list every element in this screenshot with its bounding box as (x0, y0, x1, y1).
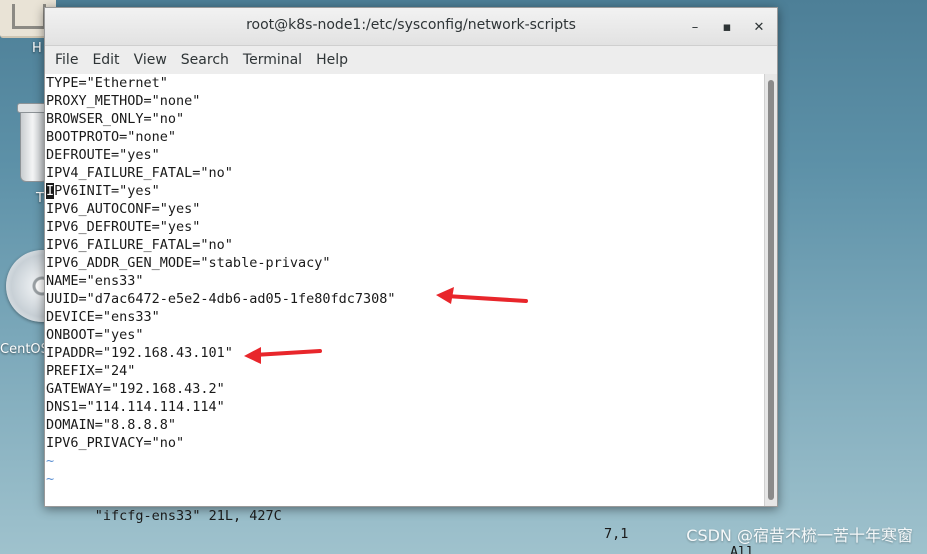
file-line: PREFIX="24" (46, 363, 136, 379)
scrollbar-thumb[interactable] (768, 80, 774, 500)
terminal-window[interactable]: root@k8s-node1:/etc/sysconfig/network-sc… (44, 7, 778, 554)
window-controls: – ▪ ✕ (683, 16, 771, 38)
terminal-text-area[interactable]: TYPE="Ethernet" PROXY_METHOD="none" BROW… (45, 74, 767, 554)
empty-line-tilde: ~ (46, 453, 55, 469)
menu-search[interactable]: Search (174, 52, 236, 68)
trash-label: T (36, 191, 44, 206)
file-line: IPV6_AUTOCONF="yes" (46, 201, 201, 217)
file-line: IPV6_PRIVACY="no" (46, 435, 185, 451)
cd-label: CentOS (0, 342, 49, 357)
file-line: BROWSER_ONLY="no" (46, 111, 185, 127)
file-line: NAME="ens33" (46, 273, 144, 289)
menu-file[interactable]: File (48, 52, 85, 68)
file-line-rest: PV6INIT="yes" (54, 183, 160, 199)
file-line: DEVICE="ens33" (46, 309, 160, 325)
menu-edit[interactable]: Edit (85, 52, 126, 68)
menu-bar: File Edit View Search Terminal Help (45, 46, 777, 75)
file-line: GATEWAY="192.168.43.2" (46, 381, 225, 397)
file-line: DOMAIN="8.8.8.8" (46, 417, 177, 433)
file-line: DNS1="114.114.114.114" (46, 399, 225, 415)
house-icon (12, 4, 46, 29)
ipaddr-line: IPADDR="192.168.43.101" (46, 345, 233, 361)
menu-help[interactable]: Help (309, 52, 355, 68)
maximize-icon[interactable]: ▪ (715, 16, 739, 38)
file-line: ONBOOT="yes" (46, 327, 144, 343)
file-content: TYPE="Ethernet" PROXY_METHOD="none" BROW… (46, 74, 396, 488)
home-folder-label: H (32, 41, 42, 56)
file-line: PROXY_METHOD="none" (46, 93, 201, 109)
minimize-icon[interactable]: – (683, 16, 707, 38)
terminal-scrollbar[interactable] (764, 74, 777, 506)
menu-terminal[interactable]: Terminal (236, 52, 309, 68)
file-line: TYPE="Ethernet" (46, 75, 168, 91)
file-line: DEFROUTE="yes" (46, 147, 160, 163)
window-title: root@k8s-node1:/etc/sysconfig/network-sc… (246, 17, 576, 33)
csdn-watermark: CSDN @宿昔不梳一苦十年寒窗 (686, 526, 913, 545)
menu-view[interactable]: View (127, 52, 174, 68)
status-file-info: "ifcfg-ens33" 21L, 427C (94, 508, 282, 524)
uuid-line: UUID="d7ac6472-e5e2-4db6-ad05-1fe80fdc73… (46, 291, 396, 307)
file-line: IPV4_FAILURE_FATAL="no" (46, 165, 233, 181)
file-line: IPV6_ADDR_GEN_MODE="stable-privacy" (46, 255, 331, 271)
vim-status-line: "ifcfg-ens33" 21L, 427C 7,1 All (46, 489, 762, 554)
file-line: IPV6_FAILURE_FATAL="no" (46, 237, 233, 253)
text-cursor: I (46, 183, 55, 199)
status-cursor-position: 7,1 (604, 526, 629, 542)
empty-line-tilde: ~ (46, 471, 55, 487)
close-icon[interactable]: ✕ (747, 16, 771, 38)
cursor-line: IPV6INIT="yes" (46, 182, 396, 200)
file-line: IPV6_DEFROUTE="yes" (46, 219, 201, 235)
file-line: BOOTPROTO="none" (46, 129, 177, 145)
window-titlebar[interactable]: root@k8s-node1:/etc/sysconfig/network-sc… (45, 8, 777, 46)
